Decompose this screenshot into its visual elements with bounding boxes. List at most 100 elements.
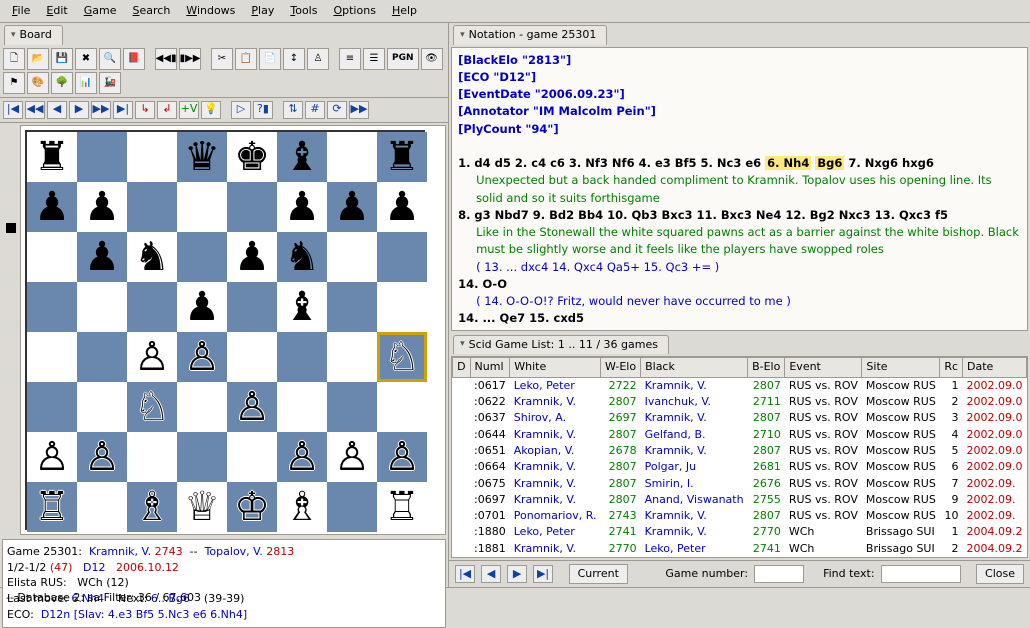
gl-fwd-icon[interactable]: ▶	[507, 565, 527, 583]
square-c2[interactable]	[127, 432, 177, 482]
menu-play[interactable]: Play	[243, 2, 282, 20]
square-e5[interactable]	[227, 282, 277, 332]
vcr-start-icon[interactable]: ◀◀▮	[155, 48, 177, 70]
square-a7[interactable]: ♟	[27, 182, 77, 232]
table-row[interactable]: :0697Kramnik, V.2807Anand, Viswanath2755…	[453, 492, 1027, 508]
pgn-icon[interactable]: PGN	[387, 48, 419, 70]
list-icon[interactable]: ☰	[363, 48, 385, 70]
chessboard[interactable]: ♜♛♚♝♜♟♟♟♟♟♟♞♟♞♟♝♙♙♘♘♙♙♙♙♙♙♖♗♕♔♗♖	[25, 130, 425, 530]
nav-end-icon[interactable]: ▶|	[113, 101, 133, 119]
square-b4[interactable]	[77, 332, 127, 382]
square-e2[interactable]	[227, 432, 277, 482]
square-h7[interactable]: ♟	[377, 182, 427, 232]
table-row[interactable]: :0675Kramnik, V.2807Smirin, I.2676RUS vs…	[453, 476, 1027, 492]
col-site[interactable]: Site	[862, 358, 940, 377]
col-event[interactable]: Event	[785, 358, 862, 377]
square-b6[interactable]: ♟	[77, 232, 127, 282]
open-icon[interactable]: 📂	[27, 48, 49, 70]
table-row[interactable]: :0644Kramnik, V.2807Gelfand, B.2710RUS v…	[453, 427, 1027, 443]
square-d6[interactable]	[177, 232, 227, 282]
square-f5[interactable]: ♝	[277, 282, 327, 332]
square-c1[interactable]: ♗	[127, 482, 177, 532]
square-f8[interactable]: ♝	[277, 132, 327, 182]
table-row[interactable]: :0664Kramnik, V.2807Polgar, Ju2681RUS vs…	[453, 459, 1027, 475]
square-g3[interactable]	[327, 382, 377, 432]
menu-file[interactable]: File	[4, 2, 38, 20]
square-d4[interactable]: ♙	[177, 332, 227, 382]
square-e8[interactable]: ♚	[227, 132, 277, 182]
nav-varin-icon[interactable]: ↳	[135, 101, 155, 119]
square-b5[interactable]	[77, 282, 127, 332]
table-row[interactable]: :0622Kramnik, V.2807Ivanchuk, V.2711RUS …	[453, 394, 1027, 410]
menu-game[interactable]: Game	[76, 2, 125, 20]
square-g6[interactable]	[327, 232, 377, 282]
square-b1[interactable]	[77, 482, 127, 532]
square-d3[interactable]	[177, 382, 227, 432]
engine-icon[interactable]: 🚂	[99, 72, 121, 94]
vcr-end-icon[interactable]: ▮▶▶	[179, 48, 201, 70]
nav-start-icon[interactable]: |◀	[3, 101, 23, 119]
square-e4[interactable]	[227, 332, 277, 382]
square-c6[interactable]: ♞	[127, 232, 177, 282]
square-h6[interactable]	[377, 232, 427, 282]
nav-addvar-icon[interactable]: +V	[179, 101, 199, 119]
eye-icon[interactable]: 👁	[421, 48, 443, 70]
square-a1[interactable]: ♖	[27, 482, 77, 532]
close-icon[interactable]: ✖	[75, 48, 97, 70]
new-icon[interactable]: 🗋	[3, 48, 25, 70]
square-e3[interactable]: ♙	[227, 382, 277, 432]
nav-rewind-icon[interactable]: ◀◀	[25, 101, 45, 119]
menu-edit[interactable]: Edit	[38, 2, 75, 20]
square-g1[interactable]	[327, 482, 377, 532]
finder-icon[interactable]: 🔍	[99, 48, 121, 70]
help-icon[interactable]: ⚑	[3, 72, 25, 94]
gl-start-icon[interactable]: |◀	[455, 565, 475, 583]
col-d[interactable]: D	[453, 358, 470, 377]
square-g8[interactable]	[327, 132, 377, 182]
square-e1[interactable]: ♔	[227, 482, 277, 532]
square-h4[interactable]: ♘	[377, 332, 427, 382]
table-row[interactable]: :0651Akopian, V.2678Kramnik, V.2807RUS v…	[453, 443, 1027, 459]
square-h8[interactable]: ♜	[377, 132, 427, 182]
square-a4[interactable]	[27, 332, 77, 382]
square-f7[interactable]: ♟	[277, 182, 327, 232]
board-setup-icon[interactable]: ♙	[307, 48, 329, 70]
current-button[interactable]: Current	[569, 564, 628, 584]
square-c5[interactable]	[127, 282, 177, 332]
tab-gamelist[interactable]: Scid Game List: 1 .. 11 / 36 games	[453, 335, 669, 354]
square-h2[interactable]: ♙	[377, 432, 427, 482]
book-icon[interactable]: 📕	[123, 48, 145, 70]
square-d5[interactable]: ♟	[177, 282, 227, 332]
close-button[interactable]: Close	[976, 564, 1024, 584]
square-c4[interactable]: ♙	[127, 332, 177, 382]
tab-notation[interactable]: Notation - game 25301	[453, 25, 607, 44]
table-row[interactable]: :1880Leko, Peter2741Kramnik, V.2770WChBr…	[453, 524, 1027, 540]
square-f3[interactable]	[277, 382, 327, 432]
nav-back-icon[interactable]: ◀	[47, 101, 67, 119]
square-f1[interactable]: ♗	[277, 482, 327, 532]
square-d8[interactable]: ♛	[177, 132, 227, 182]
square-g4[interactable]	[327, 332, 377, 382]
table-row[interactable]: :1881Kramnik, V.2770Leko, Peter2741WChBr…	[453, 541, 1027, 557]
menu-search[interactable]: Search	[125, 2, 179, 20]
gl-end-icon[interactable]: ▶|	[533, 565, 553, 583]
square-e7[interactable]	[227, 182, 277, 232]
square-d2[interactable]	[177, 432, 227, 482]
paste-icon[interactable]: 📄	[259, 48, 281, 70]
square-f4[interactable]	[277, 332, 327, 382]
square-b8[interactable]	[77, 132, 127, 182]
square-f6[interactable]: ♞	[277, 232, 327, 282]
lines-icon[interactable]: ≡	[339, 48, 361, 70]
menu-options[interactable]: Options	[325, 2, 383, 20]
gamenum-input[interactable]	[754, 565, 804, 583]
col-rc[interactable]: Rc	[940, 358, 963, 377]
stats-icon[interactable]: 📊	[75, 72, 97, 94]
tab-board[interactable]: Board	[4, 25, 63, 44]
square-g5[interactable]	[327, 282, 377, 332]
square-a6[interactable]	[27, 232, 77, 282]
square-h3[interactable]	[377, 382, 427, 432]
col-date[interactable]: Date	[963, 358, 1027, 377]
square-d7[interactable]	[177, 182, 227, 232]
square-b2[interactable]: ♙	[77, 432, 127, 482]
menu-help[interactable]: Help	[384, 2, 425, 20]
